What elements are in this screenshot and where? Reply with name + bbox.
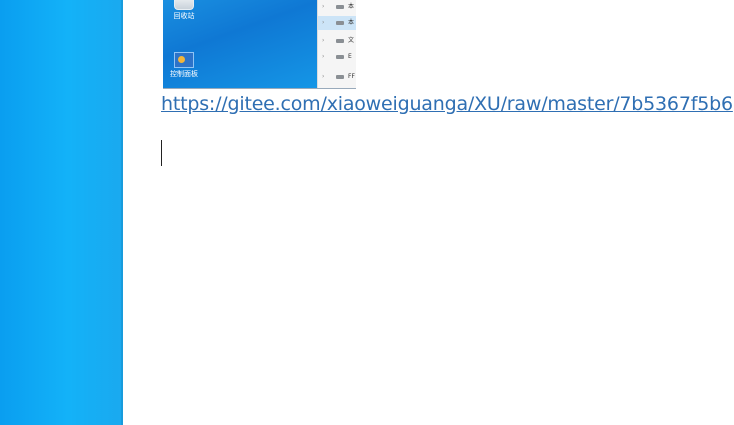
control-panel-label: 控制面板 [170,70,198,78]
chevron-right-icon: › [322,37,325,44]
recycle-bin-label: 回收站 [173,12,195,20]
tree-row-label: E [348,53,352,60]
desktop-icon-control-panel: 控制面板 [167,52,201,79]
tree-row-label: 本 [348,19,355,26]
screenshot-image[interactable]: 回收站 控制面板 › 本 › 本 › 文 › E › FF [163,0,356,89]
recycle-bin-icon [174,0,194,10]
editor-page[interactable]: 回收站 控制面板 › 本 › 本 › 文 › E › FF https://gi… [123,0,734,425]
drive-icon [336,5,344,9]
control-panel-icon [174,52,194,68]
tree-row: › E [318,50,356,64]
tree-row: › 本 [318,0,356,14]
drive-icon [336,39,344,43]
tree-row: › FF [318,70,356,84]
desktop-background [0,0,123,425]
chevron-right-icon: › [322,3,325,10]
tree-row-label: 本 [348,3,355,10]
drive-icon [336,75,344,79]
image-url-link[interactable]: https://gitee.com/xiaoweiguanga/XU/raw/m… [161,92,733,116]
chevron-right-icon: › [322,19,325,26]
desktop-icon-recycle-bin: 回收站 [167,0,201,21]
drive-icon [336,21,344,25]
tree-row-label: 文 [348,37,355,44]
chevron-right-icon: › [322,73,325,80]
text-cursor [161,140,162,166]
tree-row: › 本 [318,16,356,30]
tree-row-label: FF [348,73,355,80]
chevron-right-icon: › [322,53,325,60]
tree-row: › 文 [318,34,356,48]
thumbnail-desktop: 回收站 控制面板 [163,0,317,88]
thumbnail-explorer-tree: › 本 › 本 › 文 › E › FF [317,0,356,88]
drive-icon [336,55,344,59]
